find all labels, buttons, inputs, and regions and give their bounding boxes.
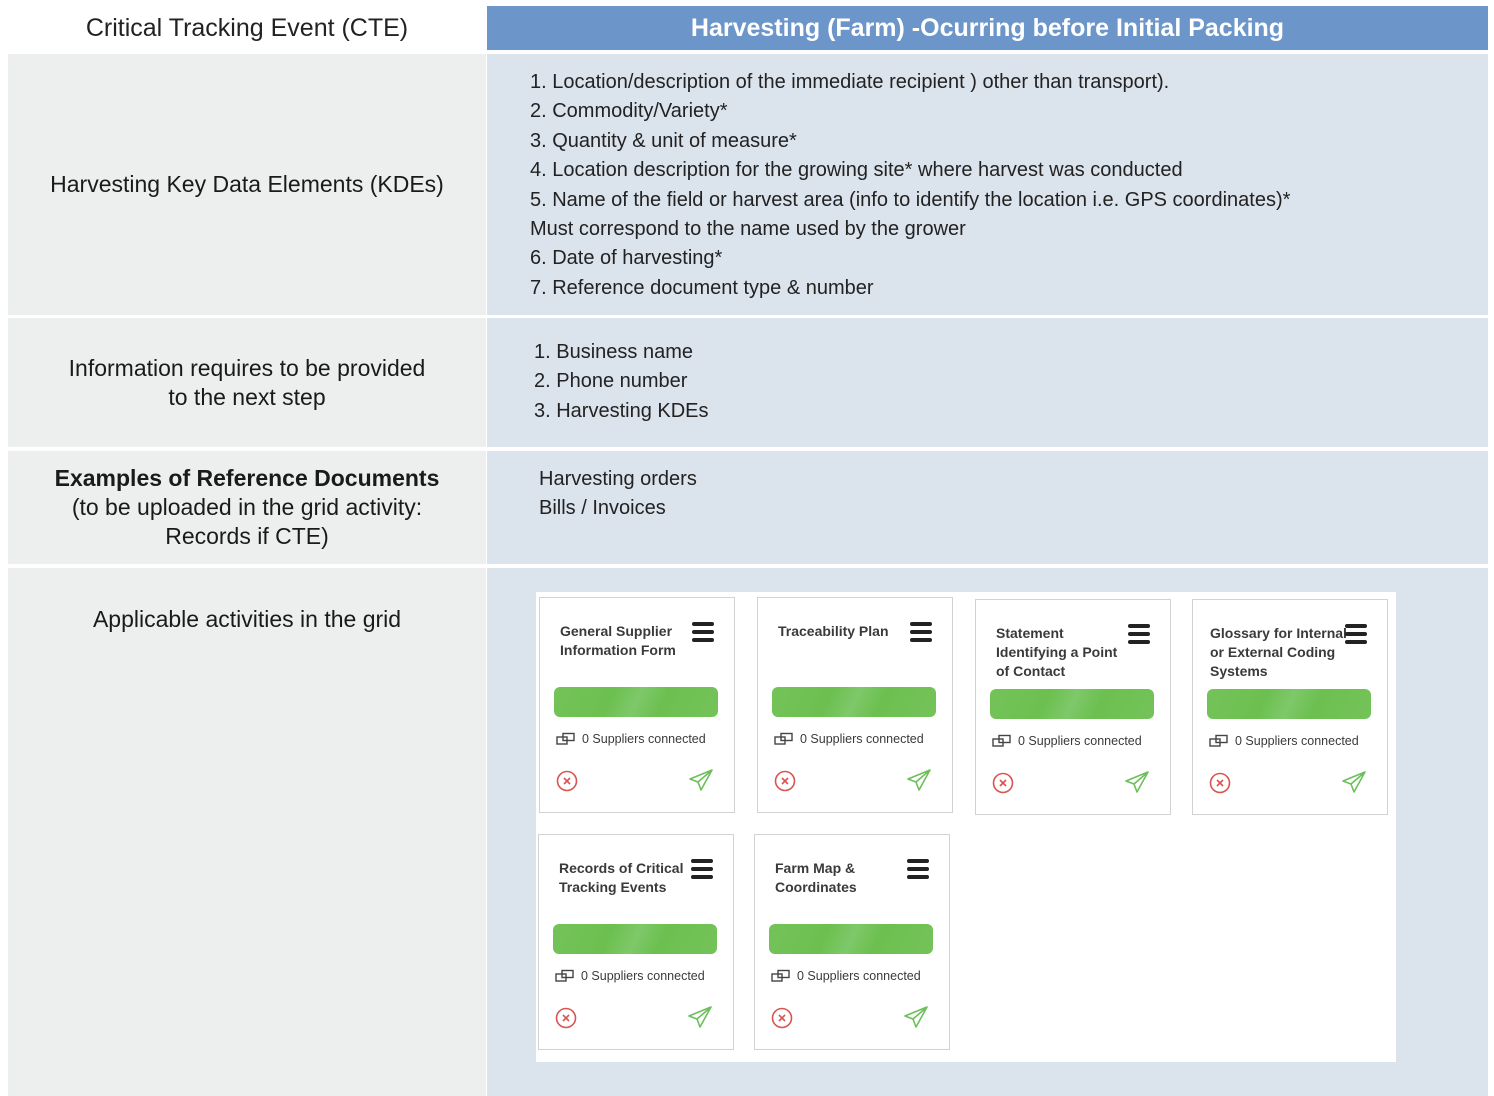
list-item: 6. Date of harvesting* [530, 247, 723, 270]
suppliers-count: 0 Suppliers connected [1018, 734, 1142, 748]
list-item: Must correspond to the name used by the … [530, 218, 966, 241]
remove-icon[interactable] [555, 1007, 577, 1029]
kdes-label-cell: Harvesting Key Data Elements (KDEs) [8, 54, 486, 315]
reference-docs-label-line2: (to be uploaded in the grid activity: [71, 494, 423, 520]
send-icon[interactable] [688, 768, 714, 792]
link-icon [771, 969, 790, 982]
list-item: 3. Harvesting KDEs [534, 399, 709, 422]
cte-document: Critical Tracking Event (CTE) Harvesting… [0, 0, 1494, 1096]
remove-icon[interactable] [556, 770, 578, 792]
activities-label-cell: Applicable activities in the grid [8, 568, 486, 1096]
suppliers-count: 0 Suppliers connected [800, 732, 924, 746]
suppliers-connected: 0 Suppliers connected [556, 732, 706, 746]
suppliers-connected: 0 Suppliers connected [555, 969, 705, 983]
remove-icon[interactable] [1209, 772, 1231, 794]
hamburger-menu-icon[interactable] [1345, 624, 1367, 644]
send-icon[interactable] [903, 1005, 929, 1029]
suppliers-count: 0 Suppliers connected [1235, 734, 1359, 748]
hamburger-menu-icon[interactable] [907, 859, 929, 879]
card-title: Farm Map & Coordinates [775, 860, 857, 895]
card-title: Statement Identifying a Point of Contact [996, 625, 1118, 679]
list-item: 2. Commodity/Variety* [530, 100, 728, 123]
list-item: 4. Location description for the growing … [530, 159, 1183, 182]
send-icon[interactable] [906, 768, 932, 792]
progress-bar [990, 689, 1154, 719]
remove-icon[interactable] [992, 772, 1014, 794]
hamburger-menu-icon[interactable] [692, 622, 714, 642]
send-icon[interactable] [687, 1005, 713, 1029]
reference-docs-label-bold: Examples of Reference Documents [54, 465, 440, 491]
activity-card-records-cte[interactable]: Records of Critical Tracking Events 0 Su… [538, 834, 734, 1050]
suppliers-count: 0 Suppliers connected [797, 969, 921, 983]
card-title: Records of Critical Tracking Events [559, 860, 684, 895]
progress-bar [554, 687, 718, 717]
remove-icon[interactable] [774, 770, 796, 792]
activity-card-general-supplier-info[interactable]: General Supplier Information Form 0 Supp… [539, 597, 735, 813]
next-step-label-line2: to the next step [168, 383, 326, 410]
list-item: 2. Phone number [534, 370, 688, 393]
activity-card-farm-map[interactable]: Farm Map & Coordinates 0 Suppliers conne… [754, 834, 950, 1050]
activity-card-traceability-plan[interactable]: Traceability Plan 0 Suppliers connected [757, 597, 953, 813]
progress-bar [1207, 689, 1371, 719]
suppliers-connected: 0 Suppliers connected [774, 732, 924, 746]
list-item: 3. Quantity & unit of measure* [530, 129, 797, 152]
link-icon [992, 734, 1011, 747]
reference-docs-list: Harvesting orders Bills / Invoices [539, 465, 697, 524]
next-step-label-line1: Information requires to be provided [68, 354, 426, 381]
list-item: 1. Business name [534, 341, 693, 363]
list-item: 1. Location/description of the immediate… [530, 71, 1170, 93]
activity-card-point-of-contact[interactable]: Statement Identifying a Point of Contact… [975, 599, 1171, 815]
suppliers-connected: 0 Suppliers connected [771, 969, 921, 983]
reference-docs-content-cell: Harvesting orders Bills / Invoices [487, 451, 1488, 564]
next-step-list: 1. Business name 2. Phone number 3. Harv… [534, 338, 709, 426]
card-title: Glossary for Internal or External Coding… [1210, 625, 1347, 679]
activities-label: Applicable activities in the grid [92, 606, 402, 632]
list-item: 5. Name of the field or harvest area (in… [530, 188, 1291, 211]
list-item: Bills / Invoices [539, 497, 666, 520]
link-icon [1209, 734, 1228, 747]
hamburger-menu-icon[interactable] [1128, 624, 1150, 644]
kdes-list: 1. Location/description of the immediate… [530, 68, 1290, 303]
reference-docs-label-line3: Records if CTE) [165, 523, 329, 549]
activity-grid: General Supplier Information Form 0 Supp… [536, 592, 1396, 1062]
next-step-label-cell: Information requires to be provided to t… [8, 318, 486, 447]
link-icon [774, 732, 793, 745]
suppliers-count: 0 Suppliers connected [581, 969, 705, 983]
next-step-content-cell: 1. Business name 2. Phone number 3. Harv… [487, 318, 1488, 447]
list-item: 7. Reference document type & number [530, 276, 874, 299]
suppliers-connected: 0 Suppliers connected [992, 734, 1142, 748]
link-icon [555, 969, 574, 982]
hamburger-menu-icon[interactable] [910, 622, 932, 642]
hamburger-menu-icon[interactable] [691, 859, 713, 879]
suppliers-connected: 0 Suppliers connected [1209, 734, 1359, 748]
activity-card-glossary-coding[interactable]: Glossary for Internal or External Coding… [1192, 599, 1388, 815]
list-item: Harvesting orders [539, 468, 697, 490]
progress-bar [772, 687, 936, 717]
kdes-label: Harvesting Key Data Elements (KDEs) [50, 171, 444, 197]
remove-icon[interactable] [771, 1007, 793, 1029]
send-icon[interactable] [1341, 770, 1367, 794]
progress-bar [769, 924, 933, 954]
send-icon[interactable] [1124, 770, 1150, 794]
cte-title: Harvesting (Farm) -Ocurring before Initi… [487, 6, 1488, 50]
progress-bar [553, 924, 717, 954]
reference-docs-label-cell: Examples of Reference Documents (to be u… [8, 451, 486, 564]
card-title: General Supplier Information Form [560, 623, 676, 658]
kdes-content-cell: 1. Location/description of the immediate… [487, 54, 1488, 315]
cte-header-label: Critical Tracking Event (CTE) [8, 6, 486, 50]
card-title: Traceability Plan [778, 623, 889, 639]
link-icon [556, 732, 575, 745]
suppliers-count: 0 Suppliers connected [582, 732, 706, 746]
